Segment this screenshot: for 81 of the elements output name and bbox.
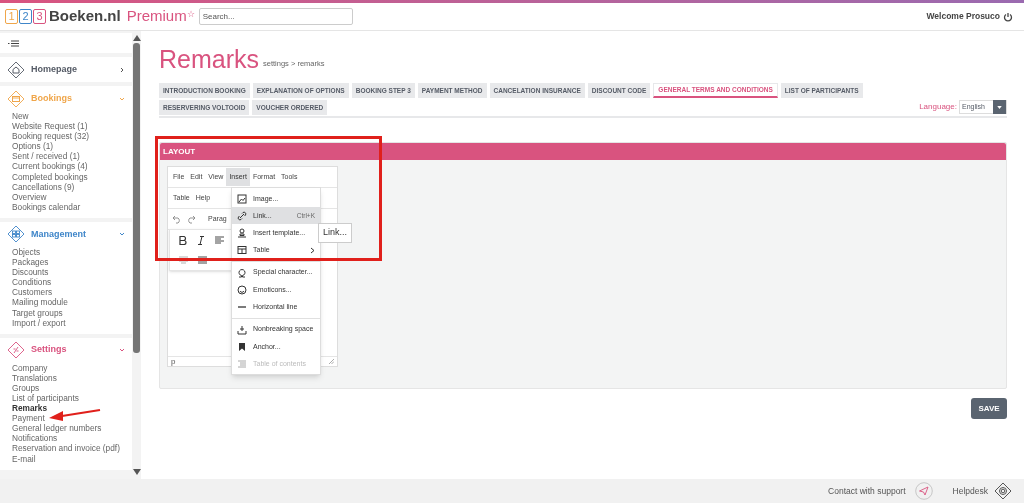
sidebar-link[interactable]: Conditions (12, 277, 132, 288)
sidebar-link[interactable]: List of participants (12, 392, 132, 404)
smiley-icon (237, 285, 247, 295)
chevron-down-icon (119, 95, 125, 102)
status-path: p (171, 357, 176, 366)
sidebar-link[interactable]: Sent / received (1) (12, 151, 132, 162)
panel-title: LAYOUT (163, 145, 196, 158)
sidebar-link[interactable]: Remarks (12, 403, 132, 414)
sidebar-link[interactable]: Overview (12, 191, 132, 202)
sidebar-link[interactable]: Import / export (12, 317, 132, 328)
link-icon (237, 211, 247, 221)
sidebar-link[interactable]: Booking request (32) (12, 131, 132, 142)
sidebar-link[interactable]: Objects (12, 246, 132, 258)
bold-icon[interactable] (179, 235, 187, 245)
sidebar-link[interactable]: Target groups (12, 307, 132, 318)
power-icon[interactable] (1003, 11, 1013, 22)
sidebar-link[interactable]: Options (1) (12, 141, 132, 152)
sidebar-link[interactable]: Customers (12, 287, 132, 298)
bookmark-icon (237, 342, 247, 352)
search-field[interactable]: Search... (198, 8, 353, 25)
sidebar-link[interactable]: Current bookings (4) (12, 161, 132, 172)
menu-icon[interactable] (8, 39, 19, 47)
support-link[interactable]: Contact with support (828, 484, 906, 498)
sidebar-link[interactable]: Payment (12, 413, 132, 424)
list-icon (237, 359, 247, 369)
scrollbar-thumb[interactable] (133, 43, 140, 353)
annotation-arrow (48, 408, 102, 422)
justify-icon[interactable] (198, 256, 207, 265)
sidebar-link[interactable]: Completed bookings (12, 171, 132, 182)
align-left-icon[interactable] (215, 236, 224, 245)
omega-icon (237, 267, 247, 278)
paper-plane-icon[interactable] (914, 482, 933, 500)
chevron-down-icon (119, 231, 125, 238)
sidebar-link[interactable]: Reservation and invoice (pdf) (12, 443, 132, 454)
bookings-icon (7, 89, 25, 108)
edition-label: Premium$^{☆}$ (126, 6, 195, 27)
sidebar-link[interactable]: Bookings calendar (12, 201, 132, 212)
sidebar-link[interactable]: Cancellations (9) (12, 181, 132, 192)
sidebar-section-header[interactable]: Homepage (0, 57, 132, 82)
align-center-icon[interactable] (179, 256, 188, 265)
tooltip: Link... (318, 223, 352, 243)
home-icon (7, 60, 25, 79)
sidebar-link[interactable]: General ledger numbers (12, 423, 132, 434)
resize-handle-icon (329, 359, 334, 364)
sidebar-link[interactable]: Discounts (12, 267, 132, 278)
page-title: Remarks (159, 45, 259, 73)
chevron-right-icon (310, 246, 315, 254)
save-button[interactable]: SAVE (971, 398, 1007, 419)
sidebar-link[interactable]: New (12, 111, 132, 122)
language-label: Language: (919, 101, 957, 113)
lifebuoy-icon[interactable] (994, 482, 1012, 500)
sidebar-link[interactable]: Website Request (1) (12, 121, 132, 132)
scroll-down-icon[interactable] (132, 469, 141, 475)
management-icon (7, 225, 25, 244)
chevron-down-icon (119, 347, 125, 354)
undo-icon[interactable] (172, 214, 182, 224)
scroll-up-icon[interactable] (132, 35, 141, 41)
image-icon (237, 194, 247, 204)
redo-icon[interactable] (186, 214, 196, 224)
sidebar-section-header[interactable]: Management (0, 221, 132, 247)
chevron-right-icon (119, 66, 125, 73)
sidebar-link[interactable]: Company (12, 362, 132, 373)
caret-icon (997, 105, 1002, 109)
upload-tray-icon (237, 324, 247, 335)
logo-digit: 3 (33, 9, 46, 24)
italic-icon[interactable] (198, 235, 204, 245)
helpdesk-link[interactable]: Helpdesk (952, 484, 988, 498)
logo-text: Boeken.nl (49, 6, 121, 27)
table-icon (237, 245, 247, 255)
sidebar-link[interactable]: Packages (12, 257, 132, 268)
sidebar-link[interactable]: E-mail (12, 453, 132, 464)
sidebar-link[interactable]: Notifications (12, 433, 132, 444)
logo-digit: 2 (19, 9, 32, 24)
template-icon (237, 228, 247, 238)
settings-icon (7, 341, 25, 360)
sidebar-link[interactable]: Groups (12, 382, 132, 393)
sidebar-section-header[interactable]: Settings (0, 337, 132, 363)
logo-digit: 1 (5, 9, 18, 24)
sidebar-link[interactable]: Mailing module (12, 297, 132, 308)
sidebar-link[interactable]: Translations (12, 372, 132, 383)
welcome-text: Welcome Prosuco (926, 10, 1000, 23)
